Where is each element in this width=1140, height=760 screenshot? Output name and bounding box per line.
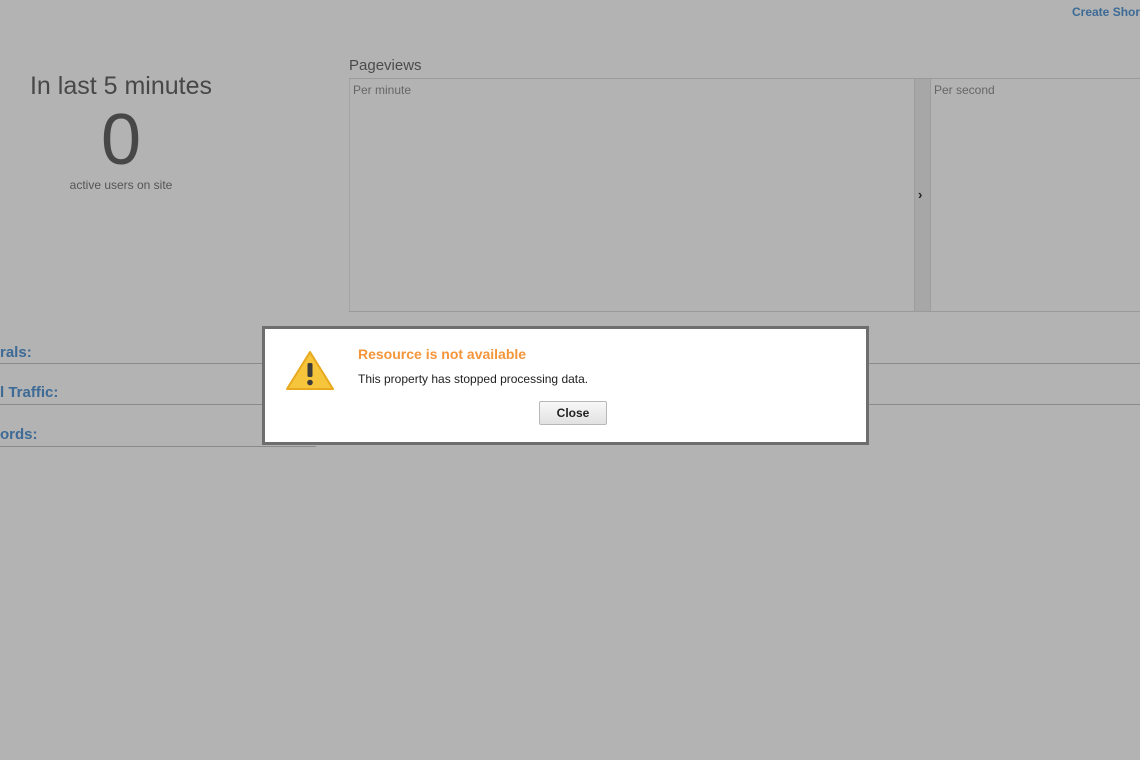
referrals-divider — [0, 363, 262, 364]
per-minute-panel: Per minute — [349, 79, 915, 311]
per-second-label: Per second — [934, 83, 995, 97]
keywords-divider — [0, 446, 316, 447]
social-traffic-divider — [0, 404, 262, 405]
realtime-overview-page: Create Shor In last 5 minutes 0 active u… — [0, 0, 1140, 760]
social-traffic-link[interactable]: l Traffic: — [0, 384, 58, 401]
dialog-message: This property has stopped processing dat… — [358, 372, 589, 386]
per-minute-label: Per minute — [353, 83, 412, 97]
active-users-widget: In last 5 minutes 0 active users on site — [0, 70, 242, 192]
referrals-link[interactable]: rals: — [0, 344, 32, 361]
pageviews-panels: Per minute › Per second — [349, 79, 1140, 312]
per-second-panel: Per second — [931, 79, 1140, 311]
active-users-caption: active users on site — [69, 178, 173, 192]
social-traffic-divider-right — [868, 404, 1140, 405]
panel-collapse-toggle[interactable]: › — [914, 79, 931, 311]
pageviews-title: Pageviews — [349, 56, 1140, 79]
dialog-title: Resource is not available — [358, 346, 527, 362]
active-users-headline: In last 5 minutes — [29, 72, 213, 100]
keywords-link[interactable]: ords: — [0, 426, 38, 443]
close-button[interactable]: Close — [539, 401, 607, 425]
create-shortcut-link[interactable]: Create Shor — [1072, 5, 1140, 19]
resource-unavailable-dialog: Resource is not available This property … — [262, 326, 869, 445]
warning-icon — [286, 351, 334, 390]
chevron-right-icon: › — [918, 187, 923, 202]
active-users-count: 0 — [100, 100, 142, 180]
referrals-divider-right — [868, 363, 1140, 364]
pageviews-widget: Pageviews Per minute › Per second — [349, 56, 1140, 312]
